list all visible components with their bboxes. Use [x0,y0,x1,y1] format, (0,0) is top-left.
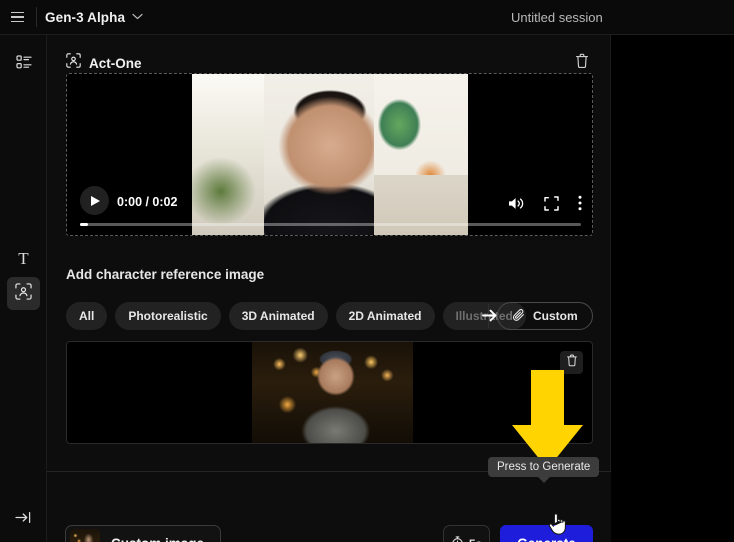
tooltip-press-to-generate: Press to Generate [488,457,600,483]
sidebar-item-character[interactable] [7,277,40,310]
text-T-icon: T [18,248,29,268]
model-name-label: Gen-3 Alpha [45,9,126,25]
chip-custom-label: Custom [533,309,578,323]
fullscreen-icon[interactable] [544,195,559,211]
play-button[interactable] [80,186,109,215]
model-selector[interactable]: Gen-3 Alpha [45,10,143,25]
volume-icon[interactable] [508,196,525,211]
duration-label: 5s [469,537,482,542]
generate-button[interactable]: Generate [500,525,593,542]
trash-icon [566,354,578,372]
section-header: Act-One [66,53,142,73]
toolbar-divider [36,7,37,27]
delete-section-button[interactable] [572,53,592,73]
page-title: Act-One [89,55,142,71]
sidebar-item-assets[interactable] [7,48,40,81]
video-progress-bar[interactable] [80,223,581,226]
app-window: Gen-3 Alpha Untitled session T Act-One 0… [0,0,734,542]
chip-photorealistic[interactable]: Photorealistic [115,302,221,330]
hamburger-icon[interactable] [0,0,34,35]
driving-video-card[interactable]: 0:00 / 0:02 [66,73,593,236]
top-bar: Gen-3 Alpha Untitled session [0,0,734,35]
chip-custom[interactable]: Custom [497,302,593,330]
paperclip-icon [512,308,526,325]
reference-image-card[interactable] [66,341,593,444]
video-controls: 0:00 / 0:02 [67,180,592,235]
stopwatch-icon [451,535,464,542]
video-time-label: 0:00 / 0:02 [117,195,178,209]
expand-panel-icon [15,510,32,530]
sidebar-item-text[interactable]: T [7,242,40,275]
chips-divider [488,304,489,328]
sidebar-expand-button[interactable] [7,503,40,536]
chip-all[interactable]: All [66,302,108,330]
video-right-controls [508,195,582,211]
delete-reference-image-button[interactable] [560,351,583,374]
play-icon [91,195,100,206]
panel-scroll-area: Act-One 0:00 / 0:02 Add character refere… [47,35,611,471]
face-capture-icon [66,53,81,73]
reference-image [252,342,413,443]
duration-selector[interactable]: 5s [443,525,490,542]
left-rail: T [0,35,47,542]
session-title[interactable]: Untitled session [511,10,603,25]
generate-button-label: Generate [517,536,576,542]
chevron-down-icon [132,12,143,23]
avatar [70,528,100,542]
thumbnail-image [70,528,100,542]
reference-image-content [252,342,413,443]
video-progress-fill [80,223,88,226]
more-vertical-icon[interactable] [578,195,582,211]
chip-3d-animated[interactable]: 3D Animated [228,302,328,330]
bottom-bar: Custom image 5s Generate [47,472,611,542]
custom-image-button[interactable]: Custom image [65,525,222,542]
trash-icon [575,53,589,74]
custom-image-label: Custom image [111,536,204,542]
grid-list-icon [15,54,32,75]
chip-2d-animated[interactable]: 2D Animated [335,302,435,330]
reference-heading: Add character reference image [66,267,265,282]
face-capture-icon [15,282,32,305]
